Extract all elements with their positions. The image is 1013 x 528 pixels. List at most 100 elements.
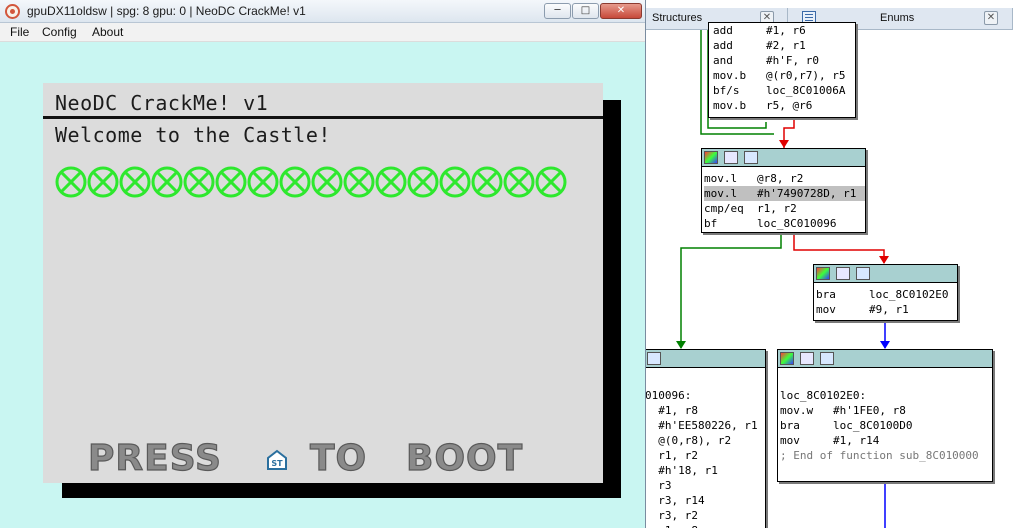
menu-config[interactable]: Config [42, 25, 77, 39]
edge-cmp-to-left [680, 233, 782, 348]
asm-line[interactable]: mov.w #h'1FE0, r8 [780, 403, 992, 418]
asm-line[interactable]: r3, r14 [646, 493, 765, 508]
asm-line[interactable]: r1, r2 [646, 448, 765, 463]
asm-line[interactable]: 010096: [646, 388, 765, 403]
progress-circle [215, 166, 247, 198]
rename-icon[interactable] [724, 151, 738, 164]
asm-line[interactable]: @(0,r8), r2 [646, 433, 765, 448]
asm-line[interactable]: bra loc_8C0100D0 [780, 418, 992, 433]
asm-line[interactable]: and #h'F, r0 [713, 53, 855, 68]
desktop: gpuDX11oldsw | spg: 8 gpu: 0 | NeoDC Cra… [0, 0, 1013, 528]
edge-cmp-to-left-arrow [676, 341, 686, 349]
asm-line[interactable]: loc_8C0102E0: [780, 388, 992, 403]
graph-icon[interactable] [744, 151, 758, 164]
asm-line[interactable]: mov.b r5, @r6 [713, 98, 855, 113]
graph-node-loc-8C0102E0[interactable]: loc_8C0102E0: mov.w #h'1FE0, r8 bra loc_8C… [777, 349, 993, 482]
node-header [702, 149, 865, 167]
asm-line[interactable]: add #2, r1 [713, 38, 855, 53]
minimize-button[interactable]: ─ [544, 3, 571, 19]
svg-text:ST: ST [271, 459, 283, 468]
welcome-text: Welcome to the Castle! [55, 123, 331, 147]
asm-line[interactable]: r3, r2 [646, 508, 765, 523]
dreamcast-logo-icon [5, 4, 20, 19]
press-word: PRESS [87, 438, 222, 479]
edge-cmp-to-bra-arrow [879, 256, 889, 264]
menu-about[interactable]: About [92, 25, 123, 39]
graph-node-loc-8C010096[interactable]: 010096: #1, r8 #h'EE580226, r1 @(0,r8), … [646, 349, 766, 528]
progress-circle [343, 166, 375, 198]
asm-line[interactable]: mov.l #h'7490728D, r1 [704, 186, 865, 201]
progress-circle [439, 166, 471, 198]
asm-line[interactable]: bf/s loc_8C01006A [713, 83, 855, 98]
emulator-titlebar[interactable]: gpuDX11oldsw | spg: 8 gpu: 0 | NeoDC Cra… [0, 0, 645, 23]
graph-icon[interactable] [856, 267, 870, 280]
graph-node-branch[interactable]: bra loc_8C0102E0 mov #9, r1 [813, 264, 958, 321]
asm-line[interactable]: r1, r8 [646, 523, 765, 528]
to-word: TO [309, 438, 368, 479]
progress-circle [119, 166, 151, 198]
game-screen[interactable]: NeoDC CrackMe! v1 Welcome to the Castle!… [43, 83, 603, 483]
graph-node-loop[interactable]: add #1, r6 add #2, r1 and #h'F, r0 mov.b @(… [708, 22, 856, 118]
node-header [778, 350, 992, 368]
tab-enums-label: Enums [880, 12, 915, 24]
asm-line[interactable]: mov.l @r8, r2 [704, 171, 865, 186]
progress-circle [87, 166, 119, 198]
maximize-button[interactable]: □ [572, 3, 599, 19]
graph-view[interactable]: add #1, r6 add #2, r1 and #h'F, r0 mov.b @(… [646, 22, 1013, 528]
asm-line[interactable]: bf loc_8C010096 [704, 216, 865, 231]
node-header-icons [780, 352, 840, 366]
asm-line[interactable]: bra loc_8C0102E0 [816, 287, 957, 302]
color-icon[interactable] [780, 352, 794, 365]
asm-line[interactable]: add #1, r6 [713, 23, 855, 38]
press-start-prompt: PRESS ST TO BOOT [87, 438, 548, 479]
node-header [814, 265, 957, 283]
progress-circle [471, 166, 503, 198]
graph-node-compare[interactable]: mov.l @r8, r2 mov.l #h'7490728D, r1 cmp/eq… [701, 148, 866, 233]
progress-circle [55, 166, 87, 198]
menu-bar: File Config About [0, 23, 645, 42]
progress-circle [311, 166, 343, 198]
node-header-icons [704, 151, 764, 165]
asm-line[interactable]: #1, r8 [646, 403, 765, 418]
node-header-icons [646, 352, 705, 366]
color-icon[interactable] [816, 267, 830, 280]
asm-line[interactable]: #h'EE580226, r1 [646, 418, 765, 433]
progress-circle [151, 166, 183, 198]
progress-circle [247, 166, 279, 198]
edge-bra-to-right-arrow [880, 341, 890, 349]
window-title: gpuDX11oldsw | spg: 8 gpu: 0 | NeoDC Cra… [27, 4, 306, 18]
edge-top-to-cmp-arrow [779, 140, 789, 148]
emulator-window: gpuDX11oldsw | spg: 8 gpu: 0 | NeoDC Cra… [0, 0, 646, 528]
asm-line[interactable]: cmp/eq r1, r2 [704, 201, 865, 216]
ida-disassembly-pane: Structures ✕ Enums ✕ add #1, r6 add #2, … [646, 0, 1013, 528]
rename-icon[interactable] [800, 352, 814, 365]
game-title: NeoDC CrackMe! v1 [55, 91, 269, 115]
progress-circle [503, 166, 535, 198]
asm-line[interactable]: r3 [646, 478, 765, 493]
asm-line[interactable]: mov.b @(r0,r7), r5 [713, 68, 855, 83]
progress-circle [407, 166, 439, 198]
node-header-icons [816, 267, 876, 281]
edge-cmp-to-bra [793, 233, 885, 263]
progress-circle [535, 166, 567, 198]
node-header [646, 350, 765, 368]
progress-circle [183, 166, 215, 198]
asm-line[interactable]: ; End of function sub_8C010000 [780, 448, 992, 463]
color-icon[interactable] [704, 151, 718, 164]
progress-circle [375, 166, 407, 198]
menu-file[interactable]: File [10, 25, 29, 39]
close-button[interactable]: ✕ [600, 3, 642, 19]
boot-word: BOOT [405, 438, 524, 479]
start-button-icon: ST [267, 449, 287, 470]
progress-circles [55, 166, 567, 198]
graph-icon[interactable] [820, 352, 834, 365]
progress-circle [279, 166, 311, 198]
asm-line[interactable]: mov #9, r1 [816, 302, 957, 317]
tab-enums-close-icon[interactable]: ✕ [984, 11, 998, 25]
graph-icon[interactable] [647, 352, 661, 365]
asm-line[interactable]: #h'18, r1 [646, 463, 765, 478]
asm-line[interactable]: mov #1, r14 [780, 433, 992, 448]
tab-structures-label: Structures [652, 12, 703, 24]
title-divider [43, 116, 603, 119]
rename-icon[interactable] [836, 267, 850, 280]
